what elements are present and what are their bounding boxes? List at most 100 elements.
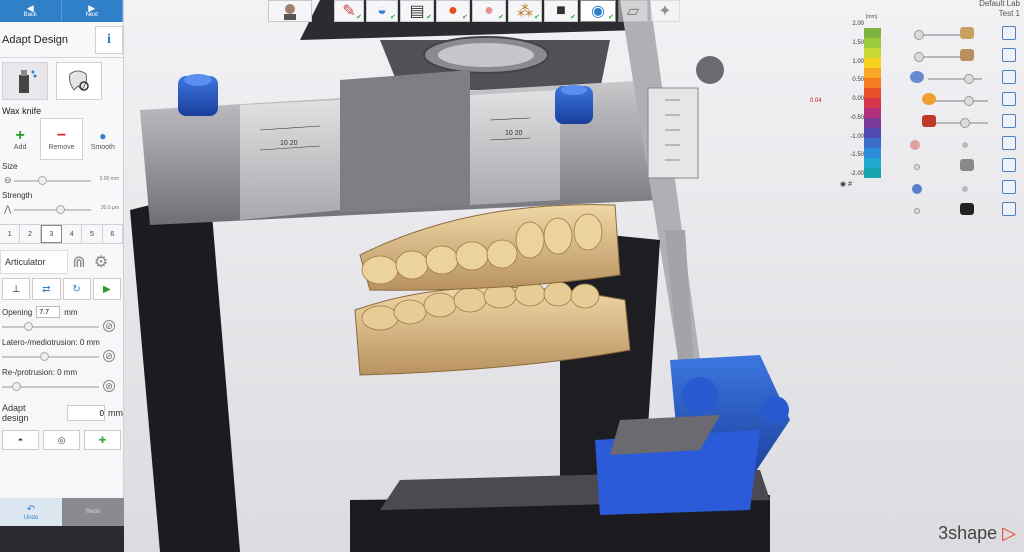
remove-label: Remove xyxy=(48,143,75,151)
undo-button[interactable]: ↶ Undo xyxy=(0,498,62,526)
step-finish[interactable]: ✦ xyxy=(650,0,680,22)
adapt-design-row: Adapt design mm xyxy=(0,400,123,426)
protrusion-row: Re-/protrusion: 0 mm xyxy=(0,364,123,380)
scale-color-band xyxy=(864,138,881,149)
size-value: 3.00 mm xyxy=(99,176,119,182)
back-button[interactable]: ◀ Back xyxy=(0,0,62,22)
scale-tick-label: -1.50 xyxy=(850,152,864,159)
reset-button[interactable]: ↻ xyxy=(62,278,91,300)
adapt-design-input[interactable] xyxy=(67,405,105,421)
smooth-label: Smooth xyxy=(90,143,115,151)
strength-slider[interactable]: ⋀ 30.0 µm xyxy=(4,202,119,218)
layer-radio[interactable] xyxy=(914,164,920,170)
layer-radio[interactable] xyxy=(914,208,920,214)
adapt-apply-button[interactable]: ✚ xyxy=(84,430,121,450)
adapt-crown-button[interactable]: ◎ xyxy=(43,430,80,450)
step-order[interactable]: ✎ ✔ xyxy=(334,0,364,22)
size-slider[interactable]: ⊖ 3.00 mm xyxy=(4,173,119,189)
step-crown[interactable]: ● ✔ xyxy=(436,0,470,22)
layer-toggle-button[interactable] xyxy=(1002,48,1016,62)
step-tooth[interactable]: ● ✔ xyxy=(472,0,506,22)
latero-slider[interactable]: ⊘ xyxy=(0,350,123,364)
tab-4[interactable]: 4 xyxy=(62,225,83,243)
adapt-step-icon: ◉ xyxy=(591,3,605,20)
play-button[interactable]: ▶ xyxy=(92,278,121,300)
layer-toggle-button[interactable] xyxy=(1002,158,1016,172)
latero-slider-knob[interactable] xyxy=(40,352,49,361)
layer-slider-knob[interactable] xyxy=(964,74,974,84)
latero-row: Latero-/mediotrusion: 0 mm xyxy=(0,334,123,350)
wax-knife-label: Wax knife xyxy=(2,106,42,116)
add-button[interactable]: + Add xyxy=(0,118,40,160)
tab-5[interactable]: 5 xyxy=(82,225,103,243)
layer-toggle-button[interactable] xyxy=(1002,92,1016,106)
strength-slider-knob[interactable] xyxy=(56,205,65,214)
layer-toggle-button[interactable] xyxy=(1002,136,1016,150)
panel-title: Adapt Design xyxy=(2,33,69,46)
case-info: Default Lab Test 1 xyxy=(979,0,1020,18)
layer-toggle-button[interactable] xyxy=(1002,26,1016,40)
info-button[interactable]: i xyxy=(95,25,123,54)
protrusion-label: Re-/protrusion: 0 mm xyxy=(2,367,78,377)
avatar-icon xyxy=(284,4,296,20)
layer-slider-knob[interactable] xyxy=(914,30,924,40)
layer-toggle-button[interactable] xyxy=(1002,70,1016,84)
disable-icon[interactable]: ⊘ xyxy=(103,350,115,362)
step-export[interactable]: ▱ xyxy=(618,0,648,22)
step-articulator[interactable]: ▤ ✔ xyxy=(400,0,434,22)
scale-color-band xyxy=(864,108,881,119)
scale-color-band xyxy=(864,128,881,139)
tab-6[interactable]: 6 xyxy=(103,225,123,243)
remove-button[interactable]: − Remove xyxy=(40,118,83,160)
layer-upper-model xyxy=(904,24,1020,46)
step-adapt[interactable]: ◉ ✔ xyxy=(580,0,616,22)
gear-icon[interactable]: ⚙ xyxy=(90,252,112,272)
radio-icon[interactable]: ◉ xyxy=(840,181,846,188)
scale-color-band xyxy=(864,28,881,39)
protrusion-slider[interactable]: ⊘ xyxy=(0,380,123,394)
layer-toggle-button[interactable] xyxy=(1002,180,1016,194)
layer-toggle-button[interactable] xyxy=(1002,202,1016,216)
opening-input[interactable] xyxy=(36,306,61,318)
layer-slider-knob[interactable] xyxy=(914,52,924,62)
step-model[interactable]: ■ ✔ xyxy=(544,0,578,22)
layer-scan xyxy=(904,68,1020,90)
texture-icon xyxy=(960,203,974,215)
layer-dot[interactable] xyxy=(962,186,968,192)
layer-lower-model xyxy=(904,46,1020,68)
articulator-view-button[interactable]: ⊥ xyxy=(2,278,31,300)
wax-knife-tool-button[interactable] xyxy=(2,62,48,100)
articulator-icon[interactable]: ⋒ xyxy=(68,252,90,272)
disable-icon[interactable]: ⊘ xyxy=(103,320,115,332)
undo-icon: ↶ xyxy=(26,503,36,515)
tab-3[interactable]: 3 xyxy=(40,225,62,243)
plus-icon: + xyxy=(15,126,25,144)
move-icon: ⇄ xyxy=(42,283,51,295)
redo-button[interactable]: Redo xyxy=(62,498,124,526)
smooth-button[interactable]: ● Smooth xyxy=(83,118,123,160)
disable-icon[interactable]: ⊘ xyxy=(103,380,115,392)
play-icon: ▶ xyxy=(103,283,111,295)
layer-toggle-button[interactable] xyxy=(1002,114,1016,128)
layer-slider-knob[interactable] xyxy=(964,96,974,106)
step-connectors[interactable]: ⁂ ✔ xyxy=(508,0,542,22)
tooth-tool-button[interactable] xyxy=(56,62,102,100)
layer-slider-knob[interactable] xyxy=(960,118,970,128)
tab-2[interactable]: 2 xyxy=(20,225,41,243)
articulator-move-button[interactable]: ⇄ xyxy=(32,278,61,300)
scale-color-band xyxy=(864,118,881,129)
protrusion-slider-knob[interactable] xyxy=(12,382,21,391)
step-scan[interactable]: ◒ ✔ xyxy=(366,0,398,22)
patient-avatar[interactable] xyxy=(268,0,312,22)
size-slider-knob[interactable] xyxy=(38,176,47,185)
scale-color-band xyxy=(864,168,881,178)
tab-1[interactable]: 1 xyxy=(0,225,21,243)
opening-slider[interactable]: ⊘ xyxy=(0,320,123,334)
opening-slider-knob[interactable] xyxy=(24,322,33,331)
color-wheel-icon xyxy=(910,140,920,150)
brand-arrow-icon: ▷ xyxy=(1002,523,1016,543)
scale-tick-label: 0.50 xyxy=(852,77,864,84)
layer-dot[interactable] xyxy=(962,142,968,148)
adapt-lower-button[interactable]: ◓ xyxy=(2,430,39,450)
next-button[interactable]: ▶ Next xyxy=(62,0,123,22)
